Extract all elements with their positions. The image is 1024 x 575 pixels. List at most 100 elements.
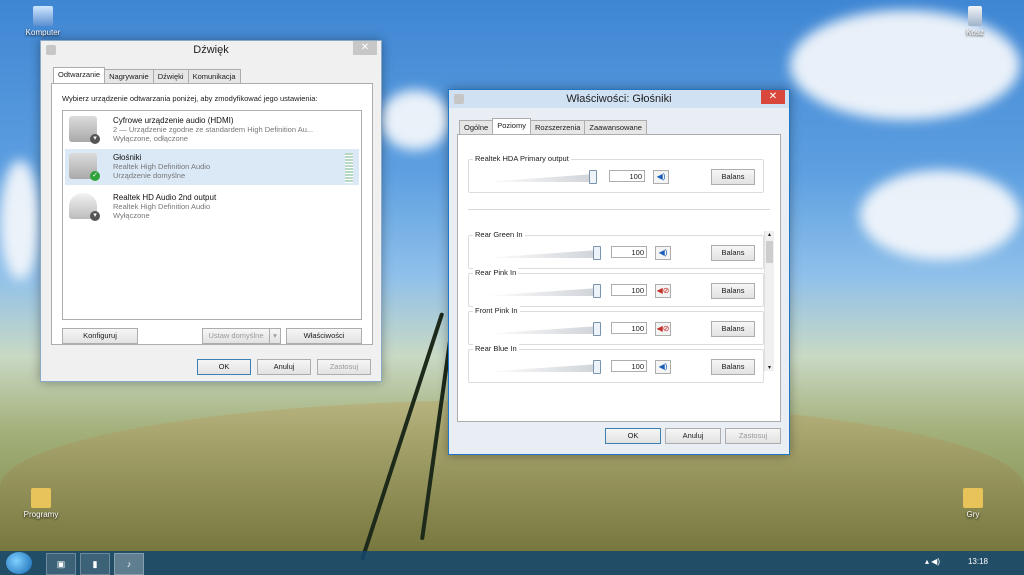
taskbar-button-sound[interactable]: ♪ (114, 553, 144, 575)
close-button[interactable]: ✕ (761, 90, 785, 104)
device-hd-2nd-output[interactable]: ▾ Realtek HD Audio 2nd output Realtek Hi… (65, 191, 359, 221)
device-status: Wyłączone, odłączone (113, 134, 188, 143)
tab-enhancements[interactable]: Rozszerzenia (529, 120, 586, 135)
speaker-icon[interactable]: ◀) (655, 246, 671, 260)
speaker-icon[interactable]: ◀) (653, 170, 669, 184)
channel-volume-value[interactable]: 100 (611, 246, 647, 258)
desktop-icon-recycle-bin[interactable]: Kosz (950, 6, 1000, 37)
configure-button[interactable]: Konfiguruj (62, 328, 138, 344)
device-hdmi[interactable]: ▾ Cyfrowe urządzenie audio (HDMI) 2 — Ur… (65, 114, 359, 144)
sound-dialog-titlebar[interactable]: Dźwięk ✕ (41, 41, 381, 59)
channel-group: Front Pink In 100 ◀⊘ Balans (468, 306, 764, 345)
device-name: Realtek HD Audio 2nd output (113, 193, 217, 202)
speaker-icon[interactable]: ◀) (655, 360, 671, 374)
speaker-app-icon (46, 45, 56, 55)
scroll-down-icon[interactable]: ▾ (765, 364, 774, 371)
primary-balance-button[interactable]: Balans (711, 169, 755, 185)
channel-balance-button[interactable]: Balans (711, 321, 755, 337)
channel-balance-button[interactable]: Balans (711, 283, 755, 299)
wallpaper-cloud (860, 170, 1020, 260)
tab-levels[interactable]: Poziomy (492, 118, 531, 135)
wallpaper-cloud (380, 90, 450, 150)
taskbar-button-files[interactable]: ▮ (80, 553, 110, 575)
channel-volume-slider[interactable] (483, 284, 601, 298)
slider-track (483, 326, 599, 334)
tab-advanced[interactable]: Zaawansowane (584, 120, 647, 135)
primary-volume-value[interactable]: 100 (609, 170, 645, 182)
channel-volume-slider[interactable] (483, 322, 601, 336)
desktop-icon-label: Komputer (25, 28, 61, 37)
tab-playback[interactable]: Odtwarzanie (53, 67, 106, 84)
apply-button[interactable]: Zastosuj (725, 428, 781, 444)
channel-volume-value[interactable]: 100 (611, 322, 647, 334)
slider-track (483, 250, 599, 258)
disabled-badge-icon: ▾ (90, 134, 100, 144)
cancel-button[interactable]: Anuluj (257, 359, 311, 375)
tab-sounds[interactable]: Dźwięki (152, 69, 189, 84)
desktop-icon-computer[interactable]: Komputer (18, 6, 68, 37)
instruction-text: Wybierz urządzenie odtwarzania poniżej, … (62, 94, 318, 103)
level-meter (345, 153, 353, 183)
cancel-button[interactable]: Anuluj (665, 428, 721, 444)
primary-output-label: Realtek HDA Primary output (473, 154, 571, 163)
scroll-thumb[interactable] (766, 241, 773, 263)
apply-button[interactable]: Zastosuj (317, 359, 371, 375)
slider-thumb[interactable] (589, 170, 597, 184)
close-button[interactable]: ✕ (353, 41, 377, 55)
clock[interactable]: 13:18 (968, 557, 988, 566)
ok-button[interactable]: OK (197, 359, 251, 375)
device-desc: Realtek High Definition Audio (113, 202, 211, 211)
channel-balance-button[interactable]: Balans (711, 245, 755, 261)
taskbar-button-explorer[interactable]: ▣ (46, 553, 76, 575)
folder-icon (963, 488, 983, 508)
slider-track (483, 288, 599, 296)
scroll-up-icon[interactable]: ▴ (765, 231, 774, 238)
channels-scrollbar[interactable]: ▴ ▾ (764, 231, 774, 371)
tab-recording[interactable]: Nagrywanie (104, 69, 154, 84)
properties-title: Właściwości: Głośniki (566, 93, 672, 105)
tab-communications[interactable]: Komunikacja (187, 69, 241, 84)
tab-panel: Wybierz urządzenie odtwarzania poniżej, … (51, 83, 373, 345)
channel-volume-slider[interactable] (483, 246, 601, 260)
muted-speaker-icon[interactable]: ◀⊘ (655, 284, 671, 298)
separator (468, 209, 770, 210)
primary-output-group: Realtek HDA Primary output 100 ◀) Balans (468, 154, 764, 193)
channel-volume-value[interactable]: 100 (611, 284, 647, 296)
taskbar: ▣ ▮ ♪ ▴ ◀) 13:18 (0, 551, 1024, 575)
channel-group: Rear Green In 100 ◀) Balans (468, 230, 764, 269)
channel-balance-button[interactable]: Balans (711, 359, 755, 375)
set-default-dropdown[interactable]: ▾ (269, 328, 281, 344)
channel-label: Front Pink In (473, 306, 520, 315)
device-list[interactable]: ▾ Cyfrowe urządzenie audio (HDMI) 2 — Ur… (62, 110, 362, 320)
device-speakers[interactable]: ✓ Głośniki Realtek High Definition Audio… (65, 149, 359, 185)
properties-button[interactable]: Właściwości (286, 328, 362, 344)
device-desc: Realtek High Definition Audio (113, 162, 211, 171)
channel-label: Rear Pink In (473, 268, 519, 277)
desktop-icon-label: Kosz (966, 28, 984, 37)
slider-thumb[interactable] (593, 360, 601, 374)
primary-volume-slider[interactable] (483, 170, 597, 184)
channel-volume-slider[interactable] (483, 360, 601, 374)
desktop-icon-label: Programy (23, 510, 59, 519)
set-default-button[interactable]: Ustaw domyślne (202, 328, 270, 344)
channel-volume-value[interactable]: 100 (611, 360, 647, 372)
wallpaper-cloud (0, 160, 40, 280)
tab-general[interactable]: Ogólne (459, 120, 494, 135)
tray-icons[interactable]: ▴ ◀) (925, 557, 940, 566)
sound-dialog: Dźwięk ✕ Odtwarzanie Nagrywanie Dźwięki … (40, 40, 382, 382)
slider-thumb[interactable] (593, 322, 601, 336)
ok-button[interactable]: OK (605, 428, 661, 444)
desktop-icon-label: Gry (966, 510, 980, 519)
slider-thumb[interactable] (593, 246, 601, 260)
default-check-icon: ✓ (90, 171, 100, 181)
slider-track (483, 364, 599, 372)
desktop-icon-games[interactable]: Gry (948, 488, 998, 519)
start-button[interactable] (6, 552, 32, 574)
headphones-icon: ▾ (69, 193, 100, 221)
sound-dialog-title: Dźwięk (193, 44, 229, 56)
speaker-app-icon (454, 94, 464, 104)
properties-titlebar[interactable]: Właściwości: Głośniki ✕ (449, 90, 789, 108)
muted-speaker-icon[interactable]: ◀⊘ (655, 322, 671, 336)
desktop-icon-programs[interactable]: Programy (16, 488, 66, 519)
slider-thumb[interactable] (593, 284, 601, 298)
